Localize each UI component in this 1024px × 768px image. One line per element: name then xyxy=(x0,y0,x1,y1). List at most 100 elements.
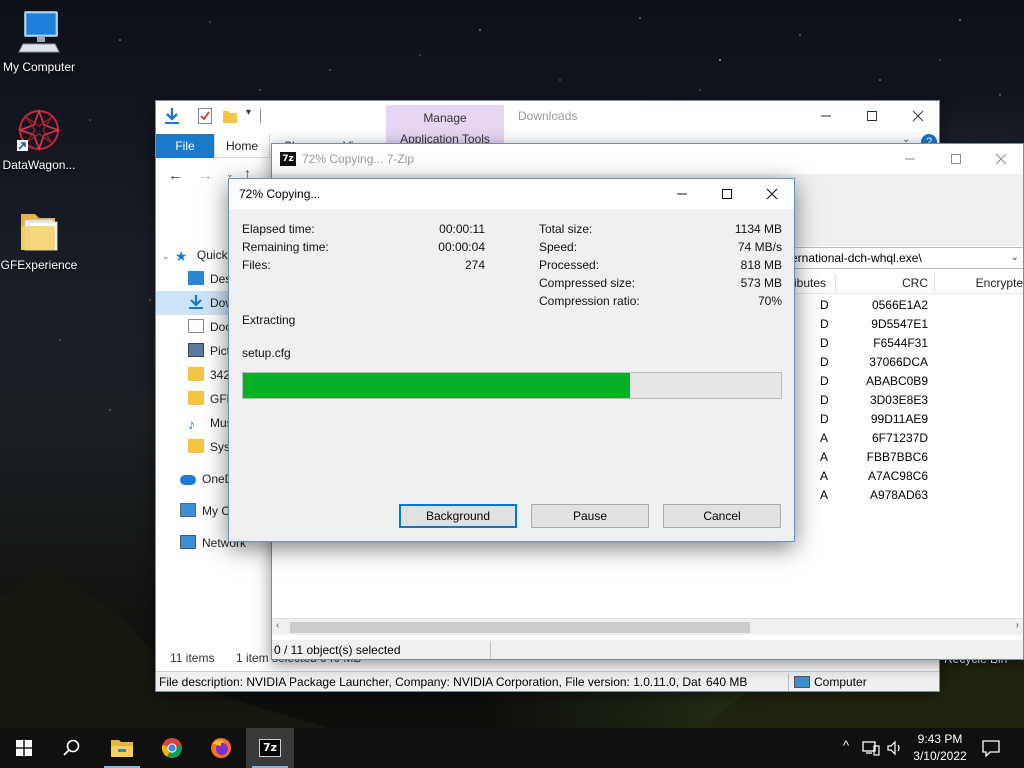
show-hidden-icons-button[interactable]: ^ xyxy=(838,738,854,758)
desktop-icon-label: GFExperience xyxy=(0,258,78,272)
nav-folder-342[interactable]: 342. xyxy=(188,363,233,387)
tab-file[interactable]: File xyxy=(156,134,214,158)
crc-cell: A7AC98C6 xyxy=(867,469,928,483)
folder-icon xyxy=(188,391,204,405)
minimize-button[interactable] xyxy=(803,101,849,131)
nav-onedrive[interactable]: OneD xyxy=(180,467,233,491)
taskbar-7zip[interactable]: 7z xyxy=(246,728,294,768)
remaining-time-label: Remaining time: xyxy=(242,240,329,254)
crc-cell: 0566E1A2 xyxy=(871,298,928,312)
compressed-size-label: Compressed size: xyxy=(539,276,636,290)
crc-cell: 37066DCA xyxy=(869,355,928,369)
desktop-icon-label: DataWagon... xyxy=(2,158,76,172)
maximize-button[interactable] xyxy=(849,101,895,131)
nav-this-pc[interactable]: My C xyxy=(180,499,230,523)
documents-icon xyxy=(188,319,204,333)
nav-documents[interactable]: Doc xyxy=(188,315,231,339)
dialog-minimize-button[interactable] xyxy=(659,179,705,209)
desktop-icon-my-computer[interactable]: My Computer xyxy=(0,8,80,74)
properties-icon[interactable] xyxy=(198,108,212,127)
start-button[interactable] xyxy=(0,728,48,768)
current-file-label: setup.cfg xyxy=(242,346,291,360)
processed-label: Processed: xyxy=(539,258,600,272)
sevenzip-titlebar: 7z 72% Copying... 7-Zip xyxy=(272,144,1023,174)
sevenzip-statusbar: 0 / 11 object(s) selected xyxy=(272,640,1023,659)
desktop-icon-datawagon[interactable]: DataWagon... xyxy=(0,106,80,172)
attribute-cell: D xyxy=(820,393,829,407)
clock[interactable]: 9:43 PM 3/10/2022 xyxy=(908,731,972,765)
action-center-button[interactable] xyxy=(982,739,1000,760)
close-button[interactable] xyxy=(978,144,1023,174)
total-size-label: Total size: xyxy=(539,222,593,236)
attribute-cell: A xyxy=(820,450,829,464)
attribute-cell: D xyxy=(820,336,829,350)
scrollbar-thumb[interactable] xyxy=(290,622,750,633)
remaining-time-value: 00:00:04 xyxy=(438,240,485,254)
horizontal-scrollbar[interactable]: ‹ › xyxy=(272,618,1023,635)
network-tray-button[interactable] xyxy=(862,740,880,759)
forward-button[interactable]: → xyxy=(198,167,213,184)
star-icon: ★ xyxy=(174,248,188,264)
new-folder-icon[interactable] xyxy=(222,108,238,127)
7zip-icon: 7z xyxy=(280,152,296,166)
minimize-icon xyxy=(821,115,831,117)
pause-button[interactable]: Pause xyxy=(531,504,649,528)
datawagon-icon xyxy=(15,106,63,154)
compression-ratio-label: Compression ratio: xyxy=(539,294,640,308)
files-value: 274 xyxy=(464,258,485,272)
desktop-folder-icon xyxy=(188,271,204,285)
tab-home[interactable]: Home xyxy=(214,134,270,158)
cancel-button[interactable]: Cancel xyxy=(663,504,781,528)
chevron-up-icon: ^ xyxy=(842,738,850,753)
nav-music[interactable]: ♪ Mus xyxy=(188,411,233,435)
compression-ratio-value: 70% xyxy=(757,294,782,308)
nav-system[interactable]: Syst xyxy=(188,435,233,459)
crc-cell: 99D11AE9 xyxy=(870,412,928,426)
background-button[interactable]: Background xyxy=(399,504,517,528)
computer-icon xyxy=(180,503,196,517)
folder-icon xyxy=(15,206,63,254)
close-button[interactable] xyxy=(895,101,939,131)
taskbar-file-explorer[interactable] xyxy=(98,728,146,768)
minimize-icon xyxy=(677,193,687,195)
progress-fill xyxy=(243,373,631,398)
dialog-maximize-button[interactable] xyxy=(704,179,750,209)
taskbar-chrome[interactable] xyxy=(148,728,196,768)
7zip-icon: 7z xyxy=(259,739,281,757)
speed-value: 74 MB/s xyxy=(737,240,782,254)
details-bar: File description: NVIDIA Package Launche… xyxy=(156,671,939,691)
status-divider xyxy=(490,641,491,659)
column-encrypted[interactable]: Encrypte xyxy=(935,272,1023,294)
scroll-right-icon[interactable]: › xyxy=(1016,620,1019,631)
nav-label: My C xyxy=(202,504,230,518)
maximize-button[interactable] xyxy=(933,144,979,174)
compressed-size-value: 573 MB xyxy=(740,276,782,290)
scroll-left-icon[interactable]: ‹ xyxy=(276,620,279,631)
search-button[interactable] xyxy=(48,728,96,768)
file-explorer-icon xyxy=(111,740,133,757)
total-size-value: 1134 MB xyxy=(734,222,782,236)
notification-icon xyxy=(982,740,1000,758)
path-text: ernational-dch-whql.exe\ xyxy=(791,251,922,265)
nav-label: Quick xyxy=(196,248,228,262)
taskbar-firefox[interactable] xyxy=(197,728,245,768)
search-icon xyxy=(63,739,80,756)
maximize-icon xyxy=(867,111,877,121)
close-icon xyxy=(912,110,924,122)
customize-toolbar-icon[interactable]: ▾ xyxy=(246,107,251,118)
attribute-cell: D xyxy=(820,355,829,369)
minimize-button[interactable] xyxy=(887,144,933,174)
back-button[interactable]: ← xyxy=(168,167,183,184)
download-icon[interactable] xyxy=(164,107,180,128)
nav-quick-access[interactable]: ⌄ ★ Quick xyxy=(162,243,228,267)
folder-icon xyxy=(188,367,204,381)
volume-tray-button[interactable] xyxy=(886,740,904,759)
desktop-icon-gfexperience[interactable]: GFExperience xyxy=(0,206,80,272)
dialog-close-button[interactable] xyxy=(749,179,795,209)
close-icon xyxy=(766,188,778,200)
chevron-down-icon[interactable]: ⌄ xyxy=(1011,252,1019,263)
column-crc[interactable]: CRC xyxy=(836,272,928,294)
nav-pictures[interactable]: Pict xyxy=(188,339,230,363)
column-attributes[interactable]: ributes xyxy=(790,272,834,294)
crc-cell: 9D5547E1 xyxy=(871,317,928,331)
